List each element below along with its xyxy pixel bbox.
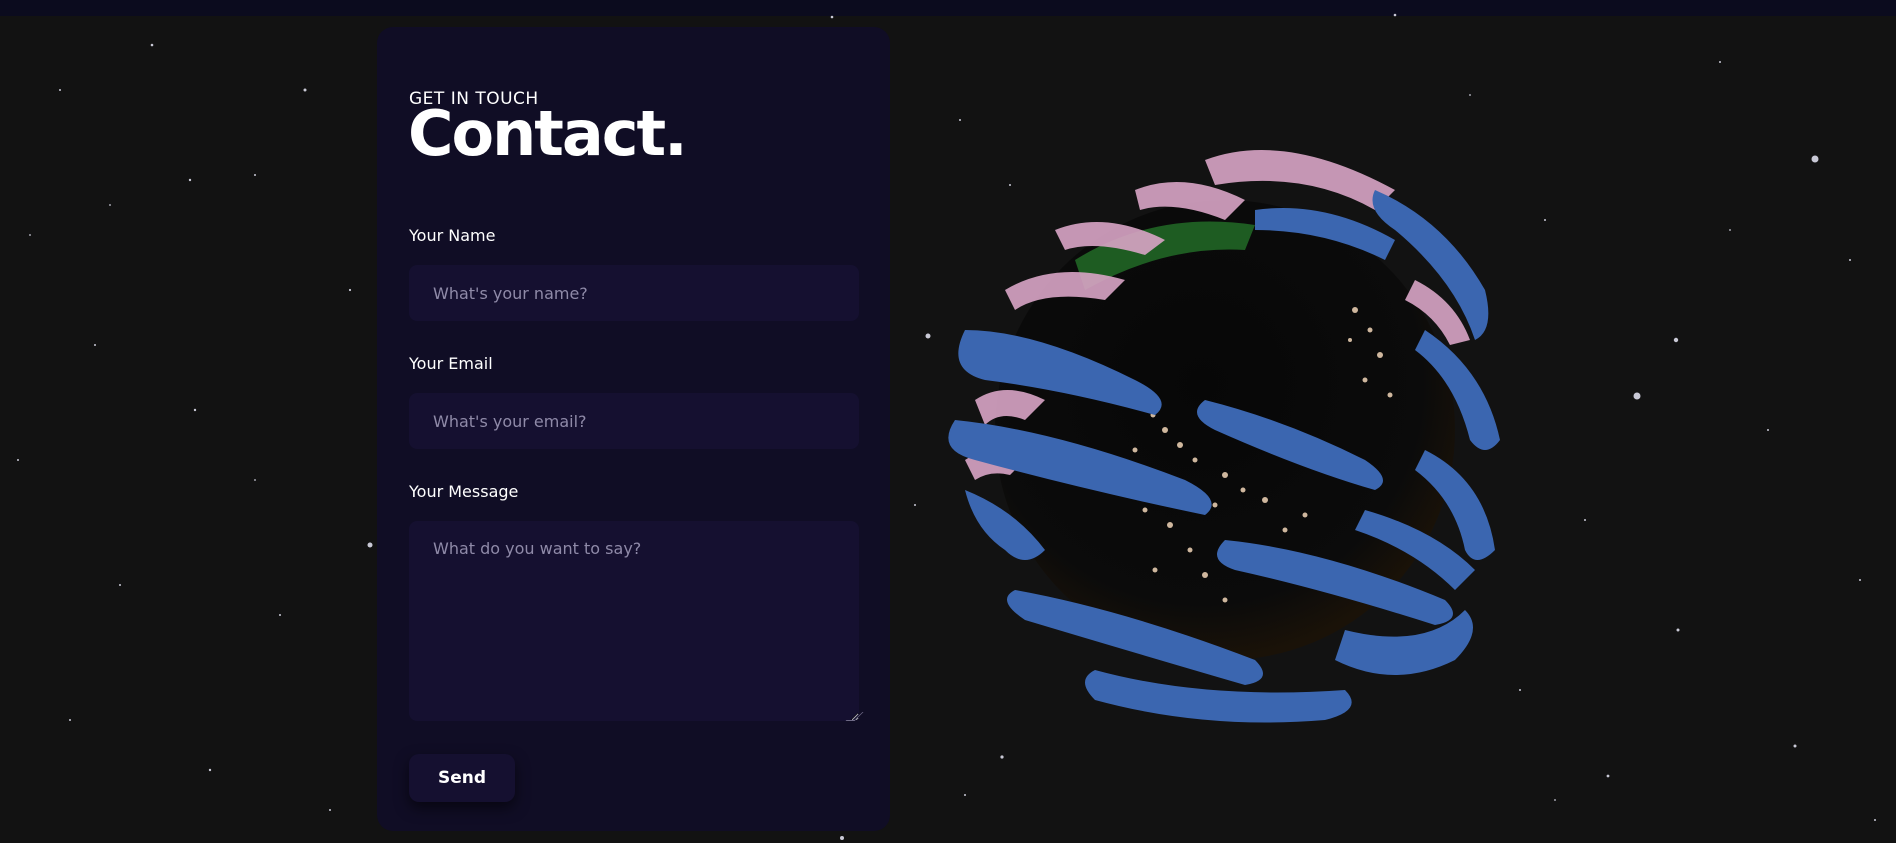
page-title: Contact. <box>408 97 688 170</box>
email-input[interactable] <box>409 393 859 449</box>
message-textarea[interactable] <box>409 521 859 721</box>
name-label: Your Name <box>409 226 496 245</box>
contact-form-card: GET IN TOUCH Contact. Your Name Your Ema… <box>377 27 890 831</box>
message-label: Your Message <box>409 482 519 501</box>
email-label: Your Email <box>409 354 493 373</box>
send-button[interactable]: Send <box>409 754 515 802</box>
planet-earth-3d[interactable] <box>925 130 1525 730</box>
name-input[interactable] <box>409 265 859 321</box>
contact-page: GET IN TOUCH Contact. Your Name Your Ema… <box>0 0 1896 843</box>
